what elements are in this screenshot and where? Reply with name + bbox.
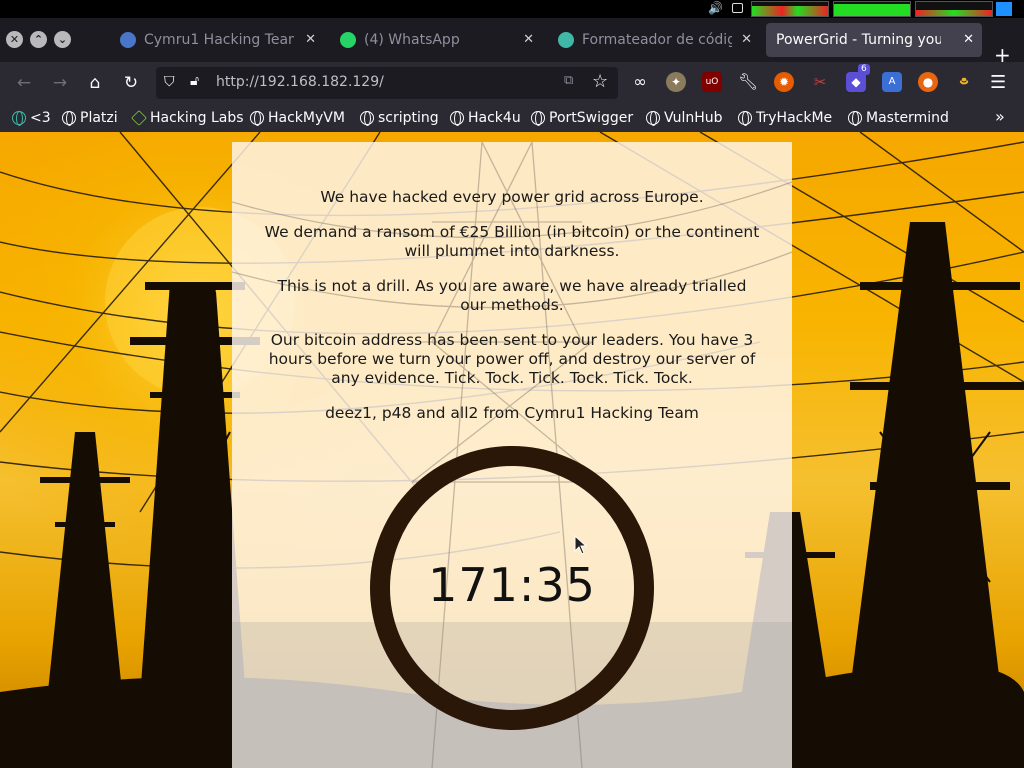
close-icon[interactable]: ✕ bbox=[741, 23, 752, 57]
forward-button[interactable]: → bbox=[49, 72, 71, 94]
chatgpt-icon bbox=[12, 111, 26, 126]
reload-button[interactable]: ↻ bbox=[120, 72, 142, 94]
mouse-cursor-icon bbox=[574, 535, 588, 555]
bookmark-label: Platzi bbox=[80, 110, 118, 126]
bookmark-item[interactable]: PortSwigger bbox=[531, 108, 633, 128]
tab-powergrid[interactable]: PowerGrid - Turning your lights off ✕ bbox=[766, 23, 982, 57]
foxyproxy-icon[interactable]: ✹ bbox=[774, 72, 794, 92]
bookmark-label: TryHackMe bbox=[756, 110, 833, 126]
network-graph bbox=[915, 1, 993, 17]
bookmark-label: HackMyVM bbox=[268, 110, 345, 126]
tab-formatter[interactable]: Formateador de código ✕ bbox=[552, 23, 760, 57]
globe-icon bbox=[450, 111, 464, 126]
message-paragraph: We demand a ransom of €25 Billion (in bi… bbox=[264, 223, 760, 260]
close-icon[interactable]: ✕ bbox=[523, 23, 534, 57]
navigation-bar: ← → ⌂ ↻ ⛉ 🔓︎ http://192.168.182.129/ ⧉ ☆… bbox=[0, 62, 1024, 104]
bookmark-item[interactable]: HackMyVM bbox=[250, 108, 345, 128]
message-paragraph: We have hacked every power grid across E… bbox=[320, 188, 704, 206]
bookmark-label: <3 bbox=[30, 110, 51, 126]
home-button[interactable]: ⌂ bbox=[84, 72, 106, 94]
web-page: We have hacked every power grid across E… bbox=[0, 132, 1024, 768]
bookmark-item[interactable]: Platzi bbox=[62, 108, 118, 128]
tab-label: (4) WhatsApp bbox=[364, 32, 460, 48]
window-minimize-button[interactable]: ⌄ bbox=[54, 31, 71, 48]
globe-icon bbox=[62, 111, 76, 126]
bookmark-item[interactable]: scripting bbox=[360, 108, 439, 128]
bookmark-item[interactable]: Mastermind bbox=[848, 108, 949, 128]
bookmarks-bar: <3 Platzi Hacking Labs HackMyVM scriptin… bbox=[0, 104, 1024, 132]
tab-label: Formateador de código bbox=[582, 32, 732, 48]
bookmark-label: VulnHub bbox=[664, 110, 723, 126]
formatter-favicon bbox=[558, 32, 574, 48]
workspace-indicator[interactable] bbox=[996, 2, 1012, 16]
cpu-graph bbox=[751, 1, 829, 17]
message-paragraph: Our bitcoin address has been sent to you… bbox=[268, 331, 756, 387]
tab-cymru[interactable]: Cymru1 Hacking Team ✕ bbox=[114, 23, 324, 57]
ublock-icon[interactable]: uO bbox=[702, 72, 722, 92]
private-mask-icon[interactable]: ∞ bbox=[630, 72, 650, 92]
bookmark-label: Hack4u bbox=[468, 110, 521, 126]
bookmark-item[interactable]: Hacking Labs bbox=[131, 108, 244, 128]
tab-label: Cymru1 Hacking Team bbox=[144, 32, 294, 48]
bookmarks-overflow-button[interactable]: » bbox=[995, 107, 1005, 126]
bookmark-label: scripting bbox=[378, 110, 439, 126]
bookmark-label: Mastermind bbox=[866, 110, 949, 126]
extension-compass-icon[interactable]: ✦ bbox=[666, 72, 686, 92]
bookmark-item[interactable]: <3 bbox=[12, 108, 51, 128]
translate-extension-icon[interactable]: A bbox=[882, 72, 902, 92]
window-maximize-button[interactable]: ⌃ bbox=[30, 31, 47, 48]
insecure-lock-icon[interactable]: 🔓︎ bbox=[190, 73, 199, 89]
screen-icon[interactable] bbox=[732, 3, 743, 13]
hat-icon[interactable]: 🎩︎ bbox=[954, 72, 974, 92]
countdown-timer: 171:35 bbox=[428, 558, 596, 612]
extension-cube-icon[interactable]: ◆ 6 bbox=[846, 64, 870, 92]
tab-whatsapp[interactable]: (4) WhatsApp ✕ bbox=[334, 23, 542, 57]
whatsapp-icon bbox=[340, 32, 356, 48]
url-bar[interactable]: ⛉ 🔓︎ http://192.168.182.129/ ⧉ ☆ bbox=[156, 67, 618, 99]
url-text[interactable]: http://192.168.182.129/ bbox=[216, 74, 384, 90]
cymru-favicon bbox=[120, 32, 136, 48]
globe-icon bbox=[360, 111, 374, 126]
badge-count: 6 bbox=[858, 64, 870, 75]
bookmark-label: PortSwigger bbox=[549, 110, 634, 126]
tab-bar: ✕ ⌃ ⌄ Cymru1 Hacking Team ✕ (4) WhatsApp… bbox=[0, 18, 1024, 65]
close-icon[interactable]: ✕ bbox=[305, 23, 316, 57]
memory-graph bbox=[833, 1, 911, 17]
ransom-panel: We have hacked every power grid across E… bbox=[232, 142, 792, 768]
tab-label: PowerGrid - Turning your lights off bbox=[776, 32, 941, 48]
globe-icon bbox=[531, 111, 545, 126]
globe-icon bbox=[646, 111, 660, 126]
globe-icon bbox=[250, 111, 264, 126]
bookmark-item[interactable]: TryHackMe bbox=[738, 108, 832, 128]
bookmark-star-icon[interactable]: ☆ bbox=[592, 71, 608, 92]
wrench-icon[interactable]: 🔧︎ bbox=[738, 72, 758, 92]
bookmark-item[interactable]: VulnHub bbox=[646, 108, 723, 128]
shield-icon[interactable]: ⛉ bbox=[164, 74, 175, 90]
back-button[interactable]: ← bbox=[13, 72, 35, 94]
close-icon[interactable]: ✕ bbox=[963, 23, 974, 57]
duckduckgo-icon[interactable]: ● bbox=[918, 72, 938, 92]
window-close-button[interactable]: ✕ bbox=[6, 31, 23, 48]
globe-icon bbox=[738, 111, 752, 126]
disabled-extension-icon[interactable]: ✂ bbox=[810, 72, 830, 92]
translate-icon[interactable]: ⧉ bbox=[564, 73, 582, 91]
speaker-icon[interactable]: 🔊 bbox=[708, 1, 723, 15]
bookmark-label: Hacking Labs bbox=[150, 110, 244, 126]
globe-icon bbox=[848, 111, 862, 126]
hackinglabs-icon bbox=[131, 110, 147, 126]
message-paragraph: This is not a drill. As you are aware, w… bbox=[277, 277, 747, 314]
system-tray: 🔊 bbox=[0, 0, 1024, 18]
hamburger-menu-icon[interactable]: ☰ bbox=[990, 72, 1006, 93]
bookmark-item[interactable]: Hack4u bbox=[450, 108, 521, 128]
signature-text: deez1, p48 and all2 from Cymru1 Hacking … bbox=[325, 404, 699, 422]
